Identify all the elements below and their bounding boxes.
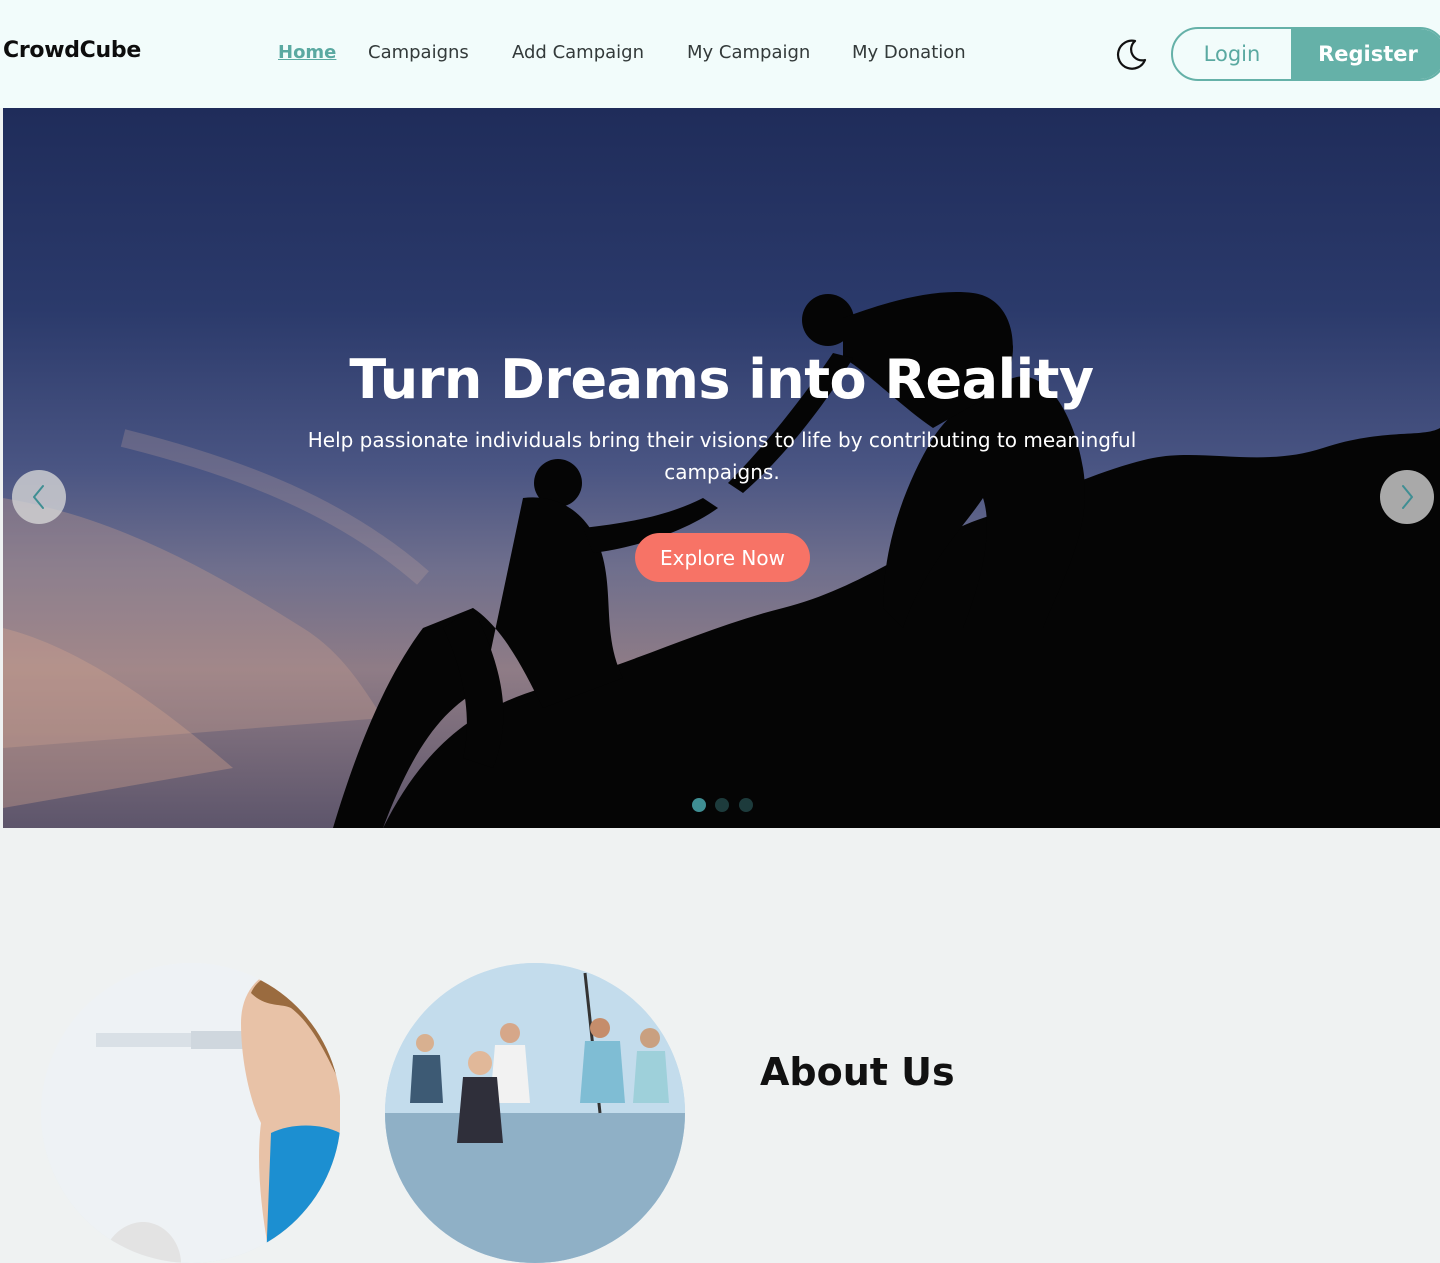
explore-now-button[interactable]: Explore Now [635, 533, 810, 582]
auth-buttons: Login Register [1171, 27, 1440, 81]
hero-title: Turn Dreams into Reality [349, 348, 1094, 411]
hero-subtitle: Help passionate individuals bring their … [307, 428, 1137, 484]
slider-next-button[interactable] [1380, 470, 1434, 524]
nav-link-campaigns[interactable]: Campaigns [368, 42, 469, 63]
register-button[interactable]: Register [1291, 29, 1440, 79]
brand-logo[interactable]: CrowdCube [3, 38, 141, 63]
about-image-nurse [41, 963, 340, 1263]
slider-dot-1[interactable] [692, 798, 706, 812]
chevron-right-icon [1402, 485, 1413, 509]
nav-link-my-campaign[interactable]: My Campaign [687, 42, 810, 63]
about-title: About Us [760, 1050, 955, 1094]
hero-slider: Turn Dreams into Reality Help passionate… [3, 108, 1440, 828]
slider-dot-3[interactable] [739, 798, 753, 812]
about-image-volunteers [385, 963, 685, 1263]
moon-icon[interactable] [1113, 36, 1149, 72]
nav-link-my-donation[interactable]: My Donation [852, 42, 966, 63]
nav-link-home[interactable]: Home [278, 42, 336, 63]
login-button[interactable]: Login [1173, 29, 1291, 79]
slider-dot-2[interactable] [715, 798, 729, 812]
nav-link-add-campaign[interactable]: Add Campaign [512, 42, 644, 63]
navbar: CrowdCube Home Campaigns Add Campaign My… [0, 0, 1440, 108]
chevron-left-icon [33, 485, 44, 509]
slider-prev-button[interactable] [12, 470, 66, 524]
